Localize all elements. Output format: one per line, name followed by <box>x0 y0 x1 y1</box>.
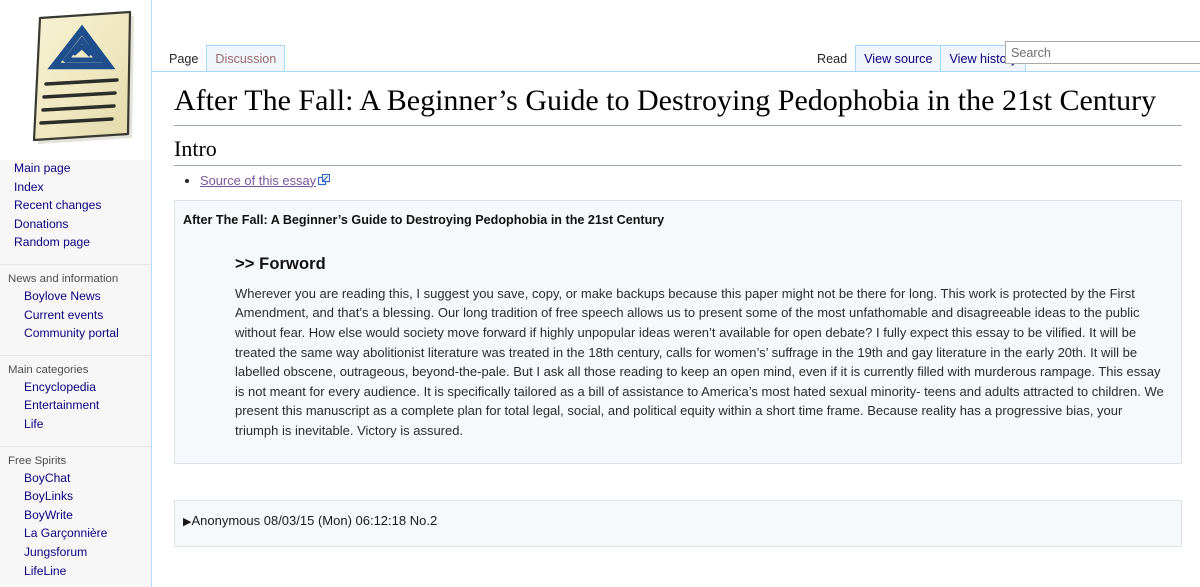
sidebar-group-news: News and information Boylove News Curren… <box>0 263 152 344</box>
post-box: ▶Anonymous 08/03/15 (Mon) 06:12:18 No.2 <box>174 499 1182 547</box>
sidebar-item-boywrite[interactable]: BoyWrite <box>0 507 152 526</box>
namespace-tabs: Page Discussion <box>160 26 286 73</box>
sidebar-item-main-page[interactable]: Main page <box>0 160 152 179</box>
tabs-strip: Page Discussion Read View source View hi… <box>152 26 1200 73</box>
sidebar-item-boylove-news[interactable]: Boylove News <box>0 288 152 307</box>
tab-read[interactable]: Read <box>808 45 857 73</box>
tab-view-source[interactable]: View source <box>855 45 942 72</box>
sidebar-navigation: Main page Index Recent changes Donations… <box>0 160 152 587</box>
sidebar-item-random-page[interactable]: Random page <box>0 234 152 253</box>
sidebar-item-lifeline[interactable]: LifeLine <box>0 563 152 582</box>
sidebar-item-boychat[interactable]: BoyChat <box>0 470 152 489</box>
search-input[interactable] <box>1005 41 1200 64</box>
site-logo[interactable] <box>14 6 144 146</box>
tab-discussion[interactable]: Discussion <box>206 45 286 72</box>
content-column: Page Discussion Read View source View hi… <box>152 0 1200 587</box>
sidebar-item-boylinks[interactable]: BoyLinks <box>0 488 152 507</box>
external-link-icon <box>317 173 331 185</box>
sidebar-heading-free-spirits: Free Spirits <box>8 454 67 467</box>
sidebar-item-entertainment[interactable]: Entertainment <box>0 397 152 416</box>
essay-quote-box: After The Fall: A Beginner’s Guide to De… <box>174 199 1182 464</box>
source-of-this-essay-link[interactable]: Source of this essay <box>200 173 316 188</box>
page-title: After The Fall: A Beginner’s Guide to De… <box>174 84 1182 126</box>
sidebar-item-community-portal[interactable]: Community portal <box>0 325 152 344</box>
essay-paragraph: Wherever you are reading this, I suggest… <box>235 285 1164 439</box>
sidebar-item-current-events[interactable]: Current events <box>0 307 152 326</box>
essay-title: After The Fall: A Beginner’s Guide to De… <box>183 212 665 227</box>
post-meta: Anonymous 08/03/15 (Mon) 06:12:18 No.2 <box>191 512 438 528</box>
sidebar-group-free-spirits: Free Spirits BoyChat BoyLinks BoyWrite L… <box>0 445 152 582</box>
section-heading-intro: Intro <box>174 136 1182 166</box>
sidebar-group-main-categories: Main categories Encyclopedia Entertainme… <box>0 354 152 435</box>
sidebar-heading-main-categories: Main categories <box>8 363 89 376</box>
tab-page[interactable]: Page <box>160 45 208 73</box>
sidebar-group-navigation: Main page Index Recent changes Donations… <box>0 160 152 253</box>
article-body: After The Fall: A Beginner’s Guide to De… <box>152 72 1200 587</box>
view-tabs: Read View source View history <box>808 26 1027 73</box>
post-header: ▶Anonymous 08/03/15 (Mon) 06:12:18 No.2 <box>183 513 1167 528</box>
sidebar-panel: Main page Index Recent changes Donations… <box>0 0 152 587</box>
search-box <box>1005 41 1200 64</box>
sidebar-item-donations[interactable]: Donations <box>0 216 152 235</box>
wiki-page: Log in Request acc <box>0 0 1200 587</box>
sidebar-item-la-garconniere[interactable]: La Garçonnière <box>0 525 152 544</box>
sidebar-item-encyclopedia[interactable]: Encyclopedia <box>0 379 152 398</box>
scroll-document-icon <box>32 10 134 144</box>
sidebar-item-jungsforum[interactable]: Jungsforum <box>0 544 152 563</box>
sidebar-heading-news: News and information <box>8 272 119 285</box>
essay-subheading: >> Forword <box>235 254 326 273</box>
sidebar-item-index[interactable]: Index <box>0 179 152 198</box>
source-link-list: Source of this essay <box>174 172 1200 189</box>
sidebar-item-recent-changes[interactable]: Recent changes <box>0 197 152 216</box>
sidebar-item-life[interactable]: Life <box>0 416 152 435</box>
list-item: Source of this essay <box>200 172 1200 189</box>
